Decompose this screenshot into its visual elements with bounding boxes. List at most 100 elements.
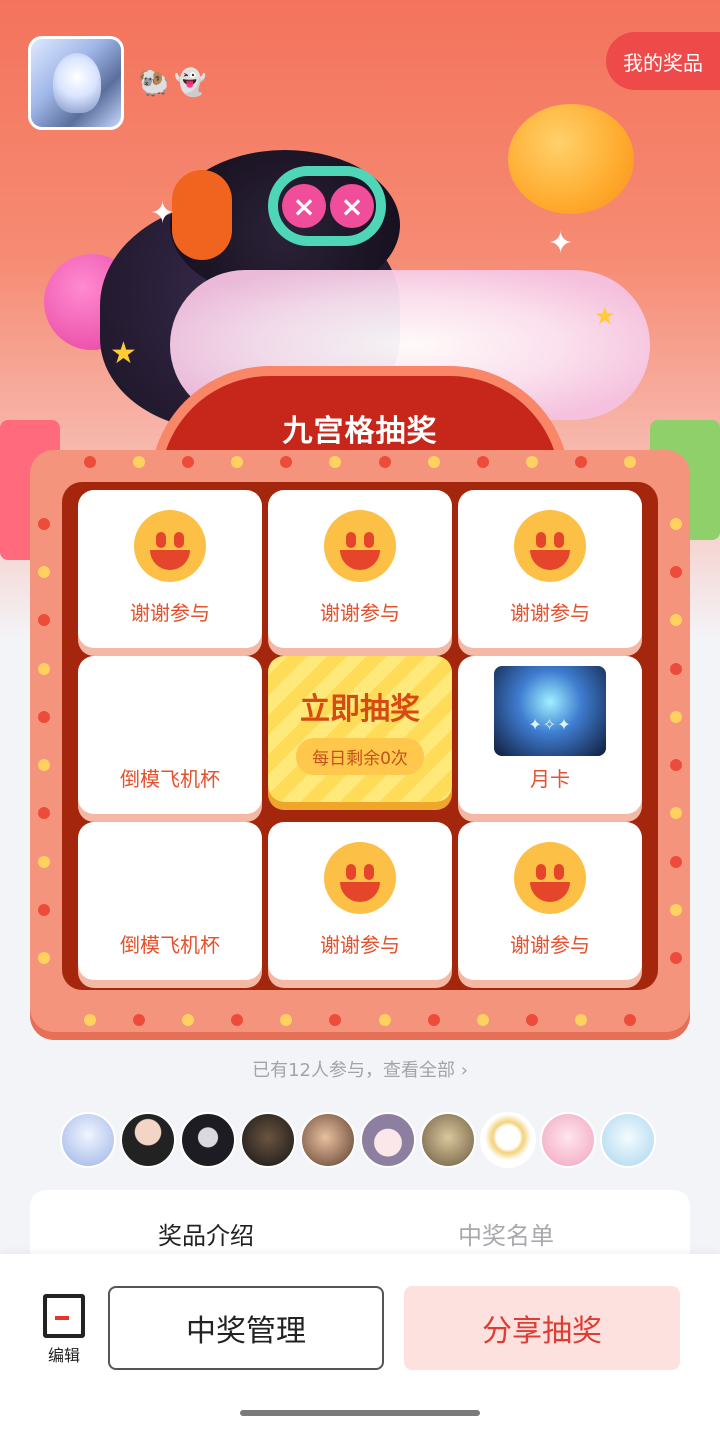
frame-light-dot xyxy=(670,903,682,916)
avatar xyxy=(480,1112,536,1168)
avatar xyxy=(180,1112,236,1168)
frame-light-dot xyxy=(38,952,50,964)
frame-light-dot xyxy=(38,759,50,772)
sheep-badge-icon: 🐏 xyxy=(138,68,171,98)
prize-label: 谢谢参与 xyxy=(320,601,400,625)
smiley-icon xyxy=(514,510,586,582)
participants-link[interactable]: 已有12人参与，查看全部 › xyxy=(0,1056,720,1082)
edit-icon xyxy=(43,1294,85,1338)
smiley-icon xyxy=(324,510,396,582)
avatar xyxy=(300,1112,356,1168)
frame-light-dot xyxy=(670,759,682,772)
draw-now-label: 立即抽奖 xyxy=(300,691,420,727)
frame-light-dot xyxy=(38,518,50,530)
frame-light-dot xyxy=(84,1014,96,1026)
smiley-icon xyxy=(134,510,206,582)
frame-light-dot xyxy=(38,807,50,820)
prize-cell: 谢谢参与 xyxy=(78,490,262,648)
prize-cell: ✦✧✦ 月卡 xyxy=(458,656,642,814)
edit-button[interactable]: 编辑 xyxy=(38,1294,90,1366)
speech-balloon-decoration xyxy=(508,104,634,214)
tab-winners[interactable]: 中奖名单 xyxy=(458,1216,554,1251)
frame-light-dot xyxy=(38,614,50,627)
frame-light-dot xyxy=(670,952,682,964)
user-badges: 🐏 👻 xyxy=(138,68,207,98)
tab-prize-intro[interactable]: 奖品介绍 xyxy=(158,1216,254,1251)
prize-cell: 谢谢参与 xyxy=(458,822,642,980)
frame-light-dot xyxy=(525,1014,538,1026)
avatar xyxy=(420,1112,476,1168)
penguin-hat xyxy=(172,170,232,260)
prize-label: 谢谢参与 xyxy=(320,933,400,957)
frame-light-dot xyxy=(38,566,50,579)
avatar xyxy=(540,1112,596,1168)
prize-label: 月卡 xyxy=(530,767,570,791)
frame-light-dot xyxy=(427,1014,440,1026)
frame-light-dot xyxy=(280,1014,293,1026)
prize-cell: 倒模飞机杯 xyxy=(78,822,262,980)
prize-cell: 倒模飞机杯 xyxy=(78,656,262,814)
prize-cell: 谢谢参与 xyxy=(458,490,642,648)
prize-label: 谢谢参与 xyxy=(510,933,590,957)
smiley-icon xyxy=(324,842,396,914)
avatar xyxy=(240,1112,296,1168)
frame-light-dot xyxy=(670,807,682,820)
frame-light-dot xyxy=(133,1014,146,1026)
frame-light-dot xyxy=(574,456,587,468)
frame-light-dot xyxy=(476,1014,489,1026)
frame-light-dot xyxy=(670,662,682,675)
frame-light-dot xyxy=(329,456,342,468)
star-icon: ★ xyxy=(110,336,137,371)
frame-light-dot xyxy=(231,456,244,468)
frame-light-dot xyxy=(624,456,636,468)
frame-light-dot xyxy=(378,456,391,468)
frame-light-dot xyxy=(574,1014,587,1026)
home-indicator[interactable] xyxy=(240,1410,480,1416)
avatar xyxy=(60,1112,116,1168)
frame-light-dot xyxy=(670,566,682,579)
frame-light-dot xyxy=(624,1014,636,1026)
frame-light-dot xyxy=(476,456,489,468)
lottery-grid: 谢谢参与 谢谢参与 谢谢参与 倒模飞机杯 立即抽奖 每日剩余0次 ✦✧✦ 月卡 xyxy=(62,482,658,990)
avatar xyxy=(120,1112,176,1168)
ghost-badge-icon: 👻 xyxy=(174,68,207,98)
prize-label: 倒模飞机杯 xyxy=(120,767,220,791)
prize-label: 谢谢参与 xyxy=(130,601,210,625)
prize-management-button[interactable]: 中奖管理 xyxy=(108,1286,384,1370)
prize-label: 谢谢参与 xyxy=(510,601,590,625)
frame-light-dot xyxy=(378,1014,391,1026)
frame-light-dot xyxy=(38,855,50,868)
sparkle-icon: ✦ xyxy=(150,196,176,231)
frame-light-dot xyxy=(670,518,682,530)
share-lottery-button[interactable]: 分享抽奖 xyxy=(404,1286,680,1370)
participants-text: 已有12人参与，查看全部 xyxy=(252,1060,455,1081)
chevron-right-icon: › xyxy=(460,1060,468,1081)
frame-light-dot xyxy=(525,456,538,468)
frame-light-dot xyxy=(231,1014,244,1026)
avatar xyxy=(360,1112,416,1168)
frame-light-dot xyxy=(182,1014,195,1026)
frame-light-dot xyxy=(427,456,440,468)
avatar xyxy=(600,1112,656,1168)
star-icon: ★ xyxy=(594,302,616,330)
frame-light-dot xyxy=(670,614,682,627)
frame-light-dot xyxy=(133,456,146,468)
user-avatar[interactable] xyxy=(28,36,124,130)
monthly-card-image: ✦✧✦ xyxy=(494,666,606,756)
participant-avatars[interactable] xyxy=(60,1112,656,1168)
draw-now-button[interactable]: 立即抽奖 每日剩余0次 xyxy=(268,656,452,802)
smiley-icon xyxy=(514,842,586,914)
frame-light-dot xyxy=(38,662,50,675)
remaining-draws-label: 每日剩余0次 xyxy=(296,737,424,775)
frame-light-dot xyxy=(329,1014,342,1026)
bottom-action-bar: 编辑 中奖管理 分享抽奖 xyxy=(0,1254,720,1431)
frame-light-dot xyxy=(280,456,293,468)
goggles-decoration: × × xyxy=(268,166,386,246)
edit-label: 编辑 xyxy=(47,1346,80,1365)
frame-light-dot xyxy=(670,855,682,868)
frame-light-dot xyxy=(84,456,96,468)
frame-light-dot xyxy=(38,710,50,723)
my-prize-button[interactable]: 我的奖品 xyxy=(606,32,720,90)
goggle-lens-icon: × xyxy=(282,184,326,228)
sparkle-icon: ✦ xyxy=(548,226,574,261)
